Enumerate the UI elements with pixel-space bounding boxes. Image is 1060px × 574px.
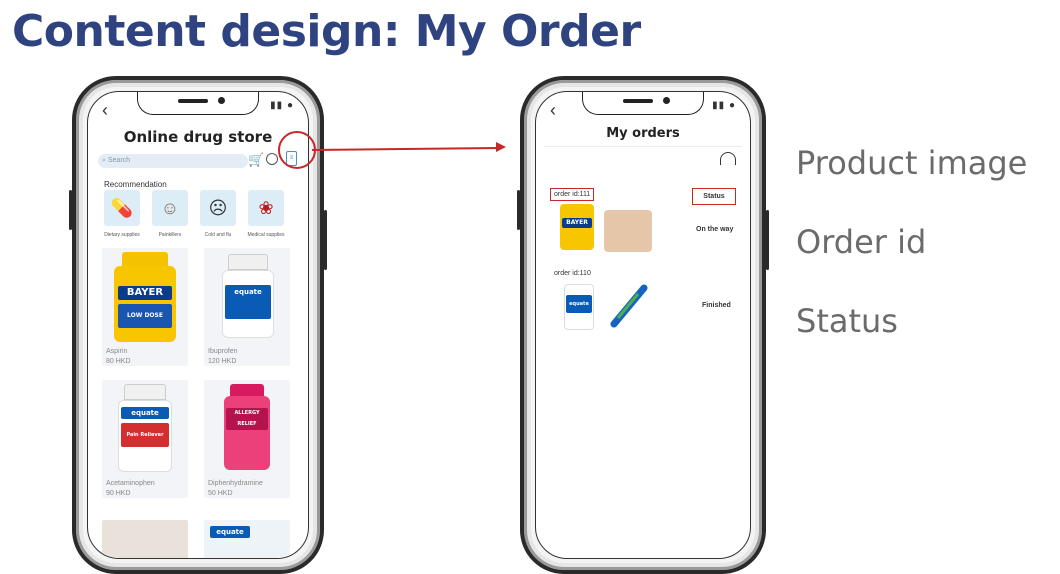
order-id: order id:110 (554, 270, 591, 277)
annotation-product-image: Product image (796, 144, 1028, 182)
right-phone-screen: ‹ ▮▮ ● My orders order id:111 Status BAY… (535, 91, 751, 559)
volume-button (69, 190, 72, 230)
category-dietary-supplies[interactable]: 💊 (104, 190, 140, 226)
bottle-cap (228, 254, 268, 270)
category-label: Painkillers (158, 232, 182, 238)
app-title: Online drug store (123, 128, 273, 146)
stethoscope-icon: ☹ (208, 197, 228, 218)
speaker (623, 99, 653, 103)
order-status: Finished (702, 302, 731, 309)
category-label: Medical supplies (247, 232, 285, 238)
product-name: Aspirin (106, 348, 128, 355)
divider (544, 146, 742, 147)
arrowhead-icon (496, 142, 506, 152)
power-button (324, 210, 327, 270)
product-name: Diphenhydramine (208, 480, 263, 487)
brand-label: equate (566, 295, 592, 313)
brand-label: BAYER (562, 218, 592, 228)
mask-icon: ❀ (258, 197, 274, 218)
status-bar-icons: ▮▮ ● (270, 100, 294, 111)
status-bar-icons: ▮▮ ● (712, 100, 736, 111)
category-cold-and-flu[interactable]: ☹ (200, 190, 236, 226)
category-label: Cold and flu (204, 232, 232, 238)
dose-label: LOW DOSE (118, 304, 172, 328)
camera (218, 97, 225, 104)
aspirin-bottle-image: BAYER (560, 204, 594, 250)
brand-label: equate (225, 285, 271, 319)
product-price: 90 HKD (106, 490, 131, 497)
category-painkillers[interactable]: ☺ (152, 190, 188, 226)
headset-icon[interactable] (720, 152, 736, 165)
highlight-circle (278, 131, 316, 169)
product-card-aspirin[interactable]: BAYER LOW DOSE Aspirin 80 HKD (102, 248, 188, 366)
person-icon: ☺ (160, 197, 180, 218)
power-button (766, 210, 769, 270)
annotation-order-id: Order id (796, 223, 927, 261)
cart-icon[interactable]: 🛒 (248, 152, 264, 168)
product-card-diphenhydramine[interactable]: ALLERGY RELIEF Diphenhydramine 50 HKD (204, 380, 290, 498)
product-card-partial[interactable]: equate (204, 520, 290, 558)
recommendation-title: Recommendation (104, 180, 167, 189)
category-medical-supplies[interactable]: ❀ (248, 190, 284, 226)
aspirin-bottle-image: BAYER LOW DOSE (114, 266, 176, 342)
product-name: Acetaminophen (106, 480, 155, 487)
product-card-partial[interactable] (102, 520, 188, 558)
pain-reliever-label: Pain Reliever (121, 423, 169, 447)
annotation-status: Status (796, 302, 898, 340)
brand-label: equate (121, 407, 169, 419)
chat-icon[interactable] (266, 153, 278, 165)
notch (137, 92, 259, 115)
bottle-cap (230, 384, 264, 396)
notch (582, 92, 704, 115)
ibuprofen-bottle-image: equate (564, 284, 594, 330)
bottle-cap (124, 384, 166, 400)
brand-label: BAYER (118, 286, 172, 300)
bottle-cap (122, 252, 168, 266)
product-card-acetaminophen[interactable]: equate Pain Reliever Acetaminophen 90 HK… (102, 380, 188, 498)
page-title: My orders (606, 126, 680, 141)
back-arrow-icon[interactable]: ‹ (550, 100, 556, 121)
connector-arrow (311, 147, 499, 151)
bandage-image (604, 210, 652, 252)
speaker (178, 99, 208, 103)
pill-icon: 💊 (110, 197, 134, 218)
search-placeholder: Search (107, 157, 131, 164)
category-label: Dietary supplies (104, 232, 140, 238)
thermometer-image (608, 280, 652, 330)
order-status: On the way (696, 226, 734, 233)
status-header: Status (692, 188, 736, 205)
product-name: Ibuprofen (208, 348, 238, 355)
volume-button (517, 190, 520, 230)
product-price: 50 HKD (208, 490, 233, 497)
product-price: 120 HKD (208, 358, 237, 365)
right-phone: ‹ ▮▮ ● My orders order id:111 Status BAY… (517, 76, 769, 574)
back-arrow-icon[interactable]: ‹ (102, 100, 108, 121)
brand-label: ALLERGY RELIEF (226, 408, 268, 430)
ibuprofen-bottle-image: equate (222, 270, 274, 338)
camera (663, 97, 670, 104)
left-phone-screen: ‹ ▮▮ ● Online drug store ⌕ Search 🛒 ≡ Re… (87, 91, 309, 559)
acetaminophen-bottle-image: equate Pain Reliever (118, 400, 172, 472)
diphenhydramine-bottle-image: ALLERGY RELIEF (224, 396, 270, 470)
order-id: order id:111 (550, 188, 595, 201)
product-price: 80 HKD (106, 358, 131, 365)
brand-label: equate (210, 526, 250, 538)
slide-title: Content design: My Order (12, 6, 641, 57)
product-card-ibuprofen[interactable]: equate Ibuprofen 120 HKD (204, 248, 290, 366)
search-input[interactable]: ⌕ Search (98, 154, 248, 168)
